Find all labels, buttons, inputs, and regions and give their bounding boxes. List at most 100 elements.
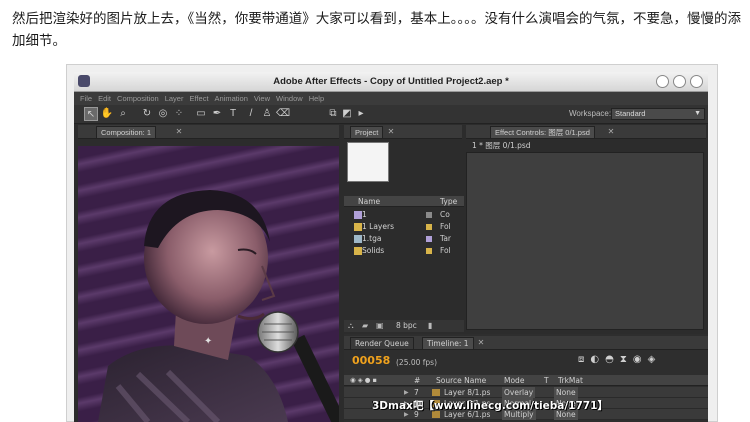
expand-triangle-icon[interactable]: ▶ (404, 387, 409, 398)
project-item-type: Co (440, 210, 450, 219)
column-hash[interactable]: # (414, 376, 420, 385)
effect-controls-body (466, 152, 704, 330)
snap-icon[interactable]: ◩ (340, 107, 354, 121)
column-type[interactable]: Type (440, 197, 457, 206)
svg-text:✦: ✦ (204, 336, 212, 347)
new-folder-icon[interactable]: ▰ (362, 321, 368, 330)
project-item-name: 1.tga (362, 234, 382, 243)
maximize-button[interactable] (673, 75, 686, 88)
project-item[interactable]: Solids Fol (344, 245, 464, 257)
project-panel-header: Project ✕ (344, 125, 462, 139)
tab-project[interactable]: Project (350, 126, 384, 138)
column-t[interactable]: T (544, 376, 549, 385)
trash-icon[interactable]: ▮ (428, 321, 432, 330)
rotate-tool-icon[interactable]: ↻ (140, 107, 154, 121)
menu-layer[interactable]: Layer (165, 94, 184, 103)
selection-tool-icon[interactable]: ↖ (84, 107, 98, 121)
project-thumbnail (347, 142, 389, 182)
close-icon[interactable]: ✕ (476, 338, 486, 348)
bit-depth-label[interactable]: 8 bpc (396, 321, 417, 330)
timeline-column-header: ◉ ◈ ● ▪ # Source Name Mode T TrkMat (344, 375, 708, 386)
layer-psd-icon (432, 389, 440, 396)
project-item[interactable]: 1 Layers Fol (344, 221, 464, 233)
motion-blur-icon[interactable]: ◉ (633, 354, 642, 365)
singer-render-image: ✦ (98, 190, 339, 422)
text-tool-icon[interactable]: T (226, 107, 240, 121)
tab-render-queue[interactable]: Render Queue (350, 337, 414, 349)
eraser-tool-icon[interactable]: ⌫ (276, 107, 290, 121)
project-footer: ⛬ ▰ ▣ 8 bpc ▮ (344, 320, 464, 332)
workspace-label: Workspace: (569, 109, 612, 118)
layer-mode-select[interactable]: Overlay (502, 387, 536, 398)
rectangle-tool-icon[interactable]: ▭ (194, 107, 208, 121)
column-name[interactable]: Name (358, 197, 380, 206)
composition-viewer[interactable]: ✦ (78, 146, 339, 422)
project-item-type: Fol (440, 246, 451, 255)
brush-tool-icon[interactable]: / (244, 107, 258, 121)
chevron-down-icon: ▼ (694, 110, 701, 117)
menu-edit[interactable]: Edit (98, 94, 111, 103)
menu-effect[interactable]: Effect (189, 94, 208, 103)
column-source-name[interactable]: Source Name (436, 376, 486, 385)
tab-effect-controls[interactable]: Effect Controls: 图层 0/1.psd (490, 126, 595, 138)
menu-file[interactable]: File (80, 94, 92, 103)
project-item-type: Fol (440, 222, 451, 231)
layer-number: 7 (414, 388, 419, 397)
camera-tool-icon[interactable]: ◎ (156, 107, 170, 121)
layer-trkmat-select[interactable]: None (554, 387, 578, 398)
menu-window[interactable]: Window (276, 94, 303, 103)
draft-3d-icon[interactable]: ◐ (590, 354, 599, 365)
tab-timeline[interactable]: Timeline: 1 (422, 337, 474, 349)
close-button[interactable] (690, 75, 703, 88)
new-composition-icon[interactable]: ▣ (376, 321, 384, 330)
pan-behind-tool-icon[interactable]: ⁘ (172, 107, 186, 121)
clone-stamp-tool-icon[interactable]: ♙ (260, 107, 274, 121)
av-features-icon[interactable]: ◉ ◈ ● ▪ (350, 376, 377, 384)
window-title: Adobe After Effects - Copy of Untitled P… (273, 76, 509, 87)
window-controls (656, 75, 703, 88)
timecode-display[interactable]: 00058 (352, 354, 390, 367)
folder-icon (354, 247, 362, 255)
graph-editor-icon[interactable]: ◈ (648, 354, 656, 365)
workspace-select[interactable]: Standard ▼ (611, 108, 705, 120)
fps-label: (25.00 fps) (396, 358, 438, 367)
shy-layers-icon[interactable]: ◓ (605, 354, 614, 365)
image-icon (354, 235, 362, 243)
workspace-value: Standard (615, 109, 646, 118)
tools-toolbar: ↖ ✋ ⌕ ↻ ◎ ⁘ ▭ ✒ T / ♙ ⌫ ⧉ ◩ ▸ Workspace:… (74, 105, 708, 124)
menu-composition[interactable]: Composition (117, 94, 159, 103)
project-item[interactable]: 1.tga Tar (344, 233, 464, 245)
article-intro-text: 然后把渲染好的图片放上去，《当然，你要带通道》大家可以看到，基本上。。。。没有什… (12, 11, 741, 49)
title-bar: Adobe After Effects - Copy of Untitled P… (74, 72, 708, 92)
pen-tool-icon[interactable]: ✒ (210, 107, 224, 121)
interpret-footage-icon[interactable]: ⛬ (348, 321, 354, 331)
label-swatch (426, 224, 432, 230)
comp-flowchart-icon[interactable]: ⧈ (578, 354, 584, 365)
close-icon[interactable]: ✕ (386, 127, 396, 137)
label-swatch (426, 236, 432, 242)
menu-help[interactable]: Help (309, 94, 324, 103)
timeline-switches: ⧈ ◐ ◓ ⧗ ◉ ◈ (578, 354, 655, 365)
menu-view[interactable]: View (254, 94, 270, 103)
align-icon[interactable]: ▸ (354, 107, 368, 121)
axis-mode-icon[interactable]: ⧉ (326, 107, 340, 121)
frame-blending-icon[interactable]: ⧗ (620, 354, 627, 365)
project-item[interactable]: 1 Co (344, 209, 464, 221)
menu-animation[interactable]: Animation (215, 94, 248, 103)
minimize-button[interactable] (656, 75, 669, 88)
hand-tool-icon[interactable]: ✋ (100, 107, 114, 121)
label-swatch (426, 212, 432, 218)
effect-controls-panel-header: Effect Controls: 图层 0/1.psd ✕ (466, 125, 706, 139)
column-trkmat[interactable]: TrkMat (558, 376, 583, 385)
column-mode[interactable]: Mode (504, 376, 524, 385)
zoom-tool-icon[interactable]: ⌕ (116, 107, 130, 121)
project-item-name: Solids (362, 246, 385, 255)
project-item-name: 1 Layers (362, 222, 394, 231)
tab-composition[interactable]: Composition: 1 (96, 126, 157, 138)
project-item-type: Tar (440, 234, 452, 243)
timeline-layer-row[interactable]: ▶ 7 Layer 8/1.ps Overlay None (344, 387, 708, 398)
close-icon[interactable]: ✕ (606, 127, 616, 137)
composition-icon (354, 211, 362, 219)
close-icon[interactable]: ✕ (174, 127, 184, 137)
project-column-header: Name Type (344, 196, 464, 207)
